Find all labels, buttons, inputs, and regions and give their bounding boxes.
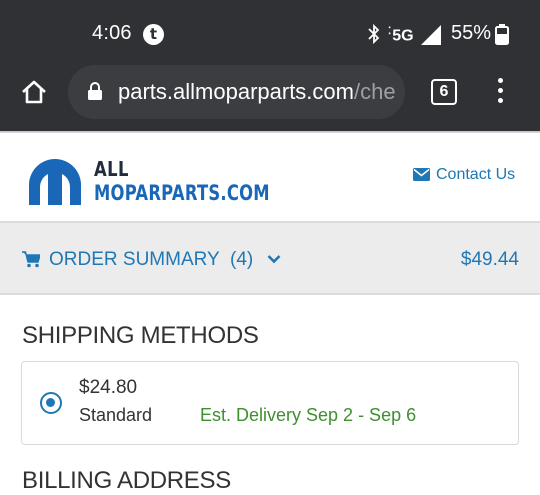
contact-us-link[interactable]: Contact Us <box>413 166 515 184</box>
envelope-icon <box>413 168 430 181</box>
site-logo[interactable]: ALL MOPARPARTS.COM <box>24 151 270 211</box>
shipping-methods-heading: SHIPPING METHODS <box>22 322 259 349</box>
logo-text-bottom: MOPARPARTS.COM <box>94 181 270 205</box>
chevron-down-icon <box>267 255 281 264</box>
shipping-method-name: Standard <box>79 405 153 425</box>
home-icon[interactable] <box>20 78 48 106</box>
site-header: ALL MOPARPARTS.COM Contact Us <box>0 133 540 223</box>
cart-icon <box>22 251 40 268</box>
order-summary-label: ORDER SUMMARY <box>49 249 220 270</box>
url-host: parts.allmoparparts.com <box>118 79 354 104</box>
order-total: $49.44 <box>460 249 519 270</box>
tumblr-icon: t <box>143 24 164 45</box>
battery-icon <box>495 24 509 45</box>
signal-icon <box>421 25 441 45</box>
delivery-estimate: Est. Delivery Sep 2 - Sep 6 <box>200 405 417 425</box>
url-text[interactable]: parts.allmoparparts.com/che <box>118 79 396 105</box>
shipping-option-standard[interactable]: $24.80 Standard Est. Delivery Sep 2 - Se… <box>21 361 519 445</box>
battery-percent: 55% <box>451 22 492 44</box>
address-bar[interactable]: parts.allmoparparts.com/che <box>68 65 405 119</box>
shipping-radio[interactable] <box>40 392 62 414</box>
bluetooth-icon <box>368 23 380 45</box>
url-path: /che <box>353 79 396 104</box>
logo-text-top: ALL <box>94 157 129 181</box>
order-item-count: (4) <box>230 249 254 270</box>
contact-us-label: Contact Us <box>436 166 516 183</box>
browser-toolbar: parts.allmoparparts.com/che 6 <box>0 64 540 131</box>
mopar-logo-icon <box>29 159 81 205</box>
billing-address-heading: BILLING ADDRESS <box>22 467 231 494</box>
order-summary-toggle[interactable]: ORDER SUMMARY (4) $49.44 <box>0 223 540 295</box>
status-time: 4:06 <box>92 22 132 44</box>
shipping-price: $24.80 <box>79 377 138 398</box>
status-bar: 4:06 t ⁚5G 55% <box>0 0 540 64</box>
network-type: ⁚5G <box>388 26 414 45</box>
tab-switcher-button[interactable]: 6 <box>431 79 457 105</box>
overflow-menu-icon[interactable] <box>492 78 508 106</box>
lock-icon <box>88 82 102 100</box>
